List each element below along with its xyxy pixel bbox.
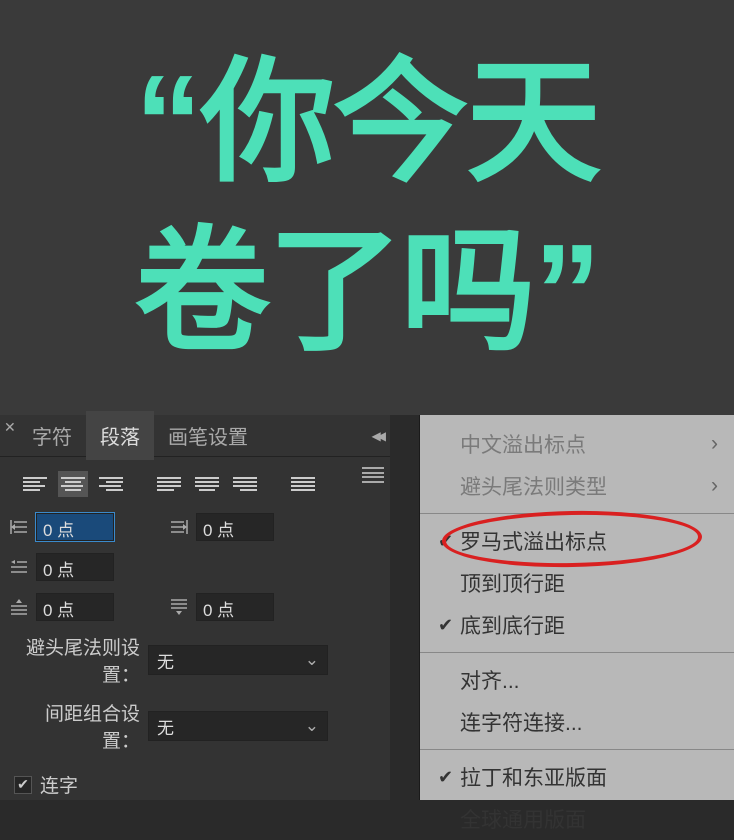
- canvas-preview: “你今天 卷了吗”: [0, 0, 734, 415]
- menu-item-bottom-to-bottom[interactable]: ✔底到底行距: [420, 604, 734, 646]
- mojikumi-dropdown[interactable]: 无: [148, 711, 328, 741]
- justify-right-button[interactable]: [230, 471, 260, 497]
- menu-divider: [420, 652, 734, 653]
- kinsoku-label: 避头尾法则设置：: [10, 633, 140, 687]
- hyphenate-checkbox[interactable]: ✔: [14, 776, 32, 794]
- mojikumi-label: 间距组合设置：: [10, 699, 140, 753]
- justify-all-button[interactable]: [288, 471, 318, 497]
- hyphenate-label: 连字: [40, 771, 78, 798]
- justify-left-button[interactable]: [154, 471, 184, 497]
- justify-center-button[interactable]: [192, 471, 222, 497]
- menu-item-roman-hanging[interactable]: ✔罗马式溢出标点: [420, 520, 734, 562]
- alignment-row: [0, 457, 390, 507]
- panel-menu-icon[interactable]: [362, 467, 384, 483]
- canvas-text: “你今天 卷了吗”: [135, 39, 600, 377]
- tab-character[interactable]: 字符: [18, 411, 86, 460]
- tab-brush[interactable]: 画笔设置: [154, 411, 262, 460]
- align-left-button[interactable]: [20, 471, 50, 497]
- first-line-icon: [6, 556, 32, 578]
- right-area: 中文溢出标点› 避头尾法则类型› ✔罗马式溢出标点 顶到顶行距 ✔底到底行距 对…: [390, 415, 734, 800]
- align-right-button[interactable]: [96, 471, 126, 497]
- panel-context-menu: 中文溢出标点› 避头尾法则类型› ✔罗马式溢出标点 顶到顶行距 ✔底到底行距 对…: [420, 415, 734, 800]
- indent-left-icon: [6, 516, 32, 538]
- space-after-icon: [166, 596, 192, 618]
- space-before-icon: [6, 596, 32, 618]
- kinsoku-dropdown[interactable]: 无: [148, 645, 328, 675]
- menu-item-hyphenation[interactable]: 连字符连接...: [420, 701, 734, 743]
- indent-right-icon: [166, 516, 192, 538]
- indent-right-input[interactable]: 0 点: [196, 513, 274, 541]
- first-line-input[interactable]: 0 点: [36, 553, 114, 581]
- menu-divider: [420, 749, 734, 750]
- menu-item-top-to-top[interactable]: 顶到顶行距: [420, 562, 734, 604]
- align-center-button[interactable]: [58, 471, 88, 497]
- text-line-1: “你今天: [135, 39, 600, 208]
- space-before-input[interactable]: 0 点: [36, 593, 114, 621]
- tabs: 字符 段落 画笔设置: [18, 411, 262, 460]
- menu-item-latin-east-asian[interactable]: ✔拉丁和东亚版面: [420, 756, 734, 798]
- menu-item-cjk-overflow[interactable]: 中文溢出标点›: [420, 423, 734, 465]
- menu-item-world-ready[interactable]: 全球通用版面: [420, 798, 734, 840]
- menu-item-kinsoku-type[interactable]: 避头尾法则类型›: [420, 465, 734, 507]
- paragraph-panel: ✕ ◀◀ 字符 段落 画笔设置: [0, 415, 390, 800]
- menu-divider: [420, 513, 734, 514]
- text-line-2: 卷了吗”: [135, 208, 600, 377]
- tab-paragraph[interactable]: 段落: [86, 411, 154, 460]
- indent-left-input[interactable]: 0 点: [36, 513, 114, 541]
- menu-item-justification[interactable]: 对齐...: [420, 659, 734, 701]
- space-after-input[interactable]: 0 点: [196, 593, 274, 621]
- dark-strip: [390, 415, 420, 800]
- panel-header: 字符 段落 画笔设置: [0, 415, 390, 457]
